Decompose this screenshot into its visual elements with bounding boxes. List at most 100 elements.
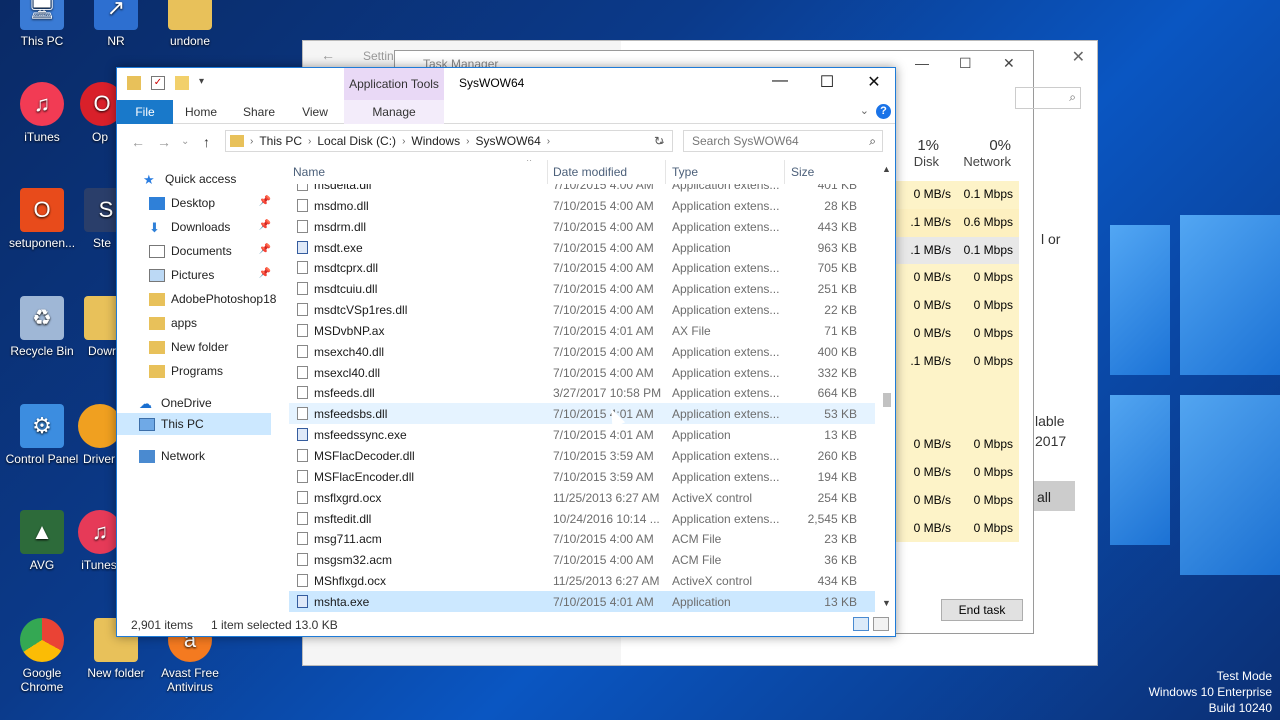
properties-icon[interactable]: ✓ [151,76,165,90]
desktop-icon-op[interactable]: O Op [80,82,120,144]
list-item[interactable]: MShflxgd.ocx 11/25/2013 6:27 AM ActiveX co… [289,570,875,591]
table-row[interactable]: .1 MB/s 0.1 Mbps [895,236,1019,265]
desktop-icon-downloads[interactable]: Dowr [84,296,120,358]
list-item[interactable]: msdrm.dll 7/10/2015 4:00 AM Application ex… [289,216,875,237]
end-task-button[interactable]: End task [941,599,1023,621]
pin-icon[interactable]: 📌 [259,244,271,255]
minimize-icon[interactable]: — [915,55,929,71]
list-item[interactable]: msfeedssync.exe 7/10/2015 4:01 AM Applicat… [289,424,875,445]
sidebar-item-apps[interactable]: apps [117,312,277,334]
list-item[interactable]: msdtcVSp1res.dll 7/10/2015 4:00 AM Applica… [289,299,875,320]
tab-file[interactable]: File [117,100,173,124]
forward-arrow-icon[interactable]: → [157,134,171,150]
column-header-size[interactable]: Size [791,165,814,179]
breadcrumb-windows[interactable]: Windows [411,134,460,148]
desktop-icon-driver[interactable]: Driver [78,404,120,466]
list-item[interactable]: msfeedsbs.dll 7/10/2015 4:01 AM Applicatio… [289,403,875,425]
list-item[interactable]: msexcl40.dll 7/10/2015 4:00 AM Application… [289,362,875,383]
desktop-icon-setuponenote[interactable]: O setuponen... [2,188,82,250]
table-row[interactable]: 0 MB/s 0 Mbps [895,319,1019,348]
sidebar-item-adobephotoshop[interactable]: AdobePhotoshop18 [117,288,277,310]
table-row[interactable]: .1 MB/s 0 Mbps [895,347,1019,376]
search-input[interactable]: Search SysWOW64 ⌕ [683,130,883,152]
desktop-icon-control-panel[interactable]: ⚙ Control Panel [2,404,82,466]
desktop-icon-itunes-2[interactable]: ♫ iTunes [78,510,120,572]
sidebar-item-pictures[interactable]: Pictures 📌 [117,264,277,286]
breadcrumb-local-disk[interactable]: Local Disk (C:) [317,134,396,148]
task-manager-search[interactable]: ⌕ [1015,87,1081,109]
table-row[interactable]: 0 MB/s 0 Mbps [895,292,1019,320]
minimize-button[interactable]: — [757,72,803,90]
list-item[interactable]: MSFlacDecoder.dll 7/10/2015 3:59 AM Applic… [289,445,875,466]
vertical-scrollbar[interactable]: ▲ ▼ [879,160,895,612]
tab-share[interactable]: Share [237,100,281,124]
table-row[interactable]: 0 MB/s 0 Mbps [895,486,1019,515]
table-row[interactable]: 0 MB/s 0 Mbps [895,458,1019,487]
tab-home[interactable]: Home [179,100,223,124]
large-icons-view-icon[interactable] [873,617,889,631]
address-bar[interactable]: › This PC › Local Disk (C:) › Windows › … [225,130,673,152]
desktop-icon-itunes[interactable]: ♫ iTunes [2,82,82,144]
close-icon[interactable]: ✕ [1003,55,1015,72]
pin-icon[interactable]: 📌 [259,220,271,231]
table-row[interactable] [895,403,1019,432]
list-item[interactable]: msftedit.dll 10/24/2016 10:14 ... Applicat… [289,508,875,529]
desktop-icon-google-chrome[interactable]: Google Chrome [2,618,82,694]
recent-locations-icon[interactable]: ⌄ [181,136,189,147]
table-row[interactable] [895,375,1019,404]
list-item[interactable]: msg711.acm 7/10/2015 4:00 AM ACM File 23 KB [289,528,875,549]
sidebar-item-documents[interactable]: Documents 📌 [117,240,277,262]
list-item[interactable]: msdt.exe 7/10/2015 4:00 AM Application 963 … [289,237,875,258]
list-item[interactable]: msdtcprx.dll 7/10/2015 4:00 AM Application… [289,257,875,278]
sidebar-item-programs[interactable]: Programs [117,360,277,382]
column-header-type[interactable]: Type [672,165,698,179]
scroll-up-icon[interactable]: ▲ [882,164,891,174]
maximize-icon[interactable]: ☐ [959,55,972,72]
desktop-icon-undone[interactable]: undone [150,0,230,48]
help-icon[interactable]: ? [876,104,891,119]
table-row[interactable]: .1 MB/s 0.6 Mbps [895,208,1019,237]
list-item[interactable]: MSFlacEncoder.dll 7/10/2015 3:59 AM Applic… [289,466,875,487]
details-view-icon[interactable] [853,617,869,631]
table-row[interactable]: 0 MB/s 0 Mbps [895,514,1019,543]
pin-icon[interactable]: 📌 [259,268,271,279]
back-arrow-icon[interactable]: ← [321,47,335,63]
up-arrow-icon[interactable]: ↑ [203,134,210,150]
list-item[interactable]: msflxgrd.ocx 11/25/2013 6:27 AM ActiveX co… [289,487,875,508]
file-explorer-window[interactable]: ✓ ▾ Application Tools SysWOW64 — ☐ ✕ Fil… [116,67,896,637]
breadcrumb-syswow64[interactable]: SysWOW64 [475,134,540,148]
table-row[interactable]: 0 MB/s 0 Mbps [895,264,1019,293]
table-row[interactable]: 0 MB/s 0.1 Mbps [895,181,1019,209]
settings-button[interactable]: all [1031,481,1075,511]
desktop-icon-ste[interactable]: S Ste [84,188,120,250]
table-row[interactable]: 0 MB/s 0 Mbps [895,431,1019,459]
sidebar-item-new-folder[interactable]: New folder [117,336,277,358]
breadcrumb-this-pc[interactable]: This PC [259,134,302,148]
list-item[interactable]: msgsm32.acm 7/10/2015 4:00 AM ACM File 36 K… [289,549,875,570]
folder-icon[interactable] [127,76,141,90]
desktop-icon-nr[interactable]: ↗ NR [76,0,156,48]
sidebar-item-this-pc[interactable]: This PC [117,413,271,435]
maximize-button[interactable]: ☐ [804,72,850,92]
list-item[interactable]: msdtcuiu.dll 7/10/2015 4:00 AM Application… [289,278,875,299]
list-item[interactable]: msdmo.dll 7/10/2015 4:00 AM Application ex… [289,195,875,216]
list-item[interactable]: msexch40.dll 7/10/2015 4:00 AM Application… [289,341,875,362]
tab-view[interactable]: View [293,100,337,124]
sidebar-item-onedrive[interactable]: ☁ OneDrive [117,392,277,414]
desktop-icon-recycle-bin[interactable]: ♻ Recycle Bin [2,296,82,358]
desktop-icon-avg[interactable]: ▲ AVG [2,510,82,572]
sidebar-item-network[interactable]: Network [117,445,277,467]
customize-toolbar-icon[interactable]: ▾ [199,76,213,90]
refresh-icon[interactable]: ↻ [654,134,664,148]
tab-manage[interactable]: Manage [344,100,444,124]
sidebar-item-downloads[interactable]: ⬇ Downloads 📌 [117,216,277,238]
sidebar-item-quick-access[interactable]: ★ Quick access [117,168,277,190]
desktop-icon-this-pc[interactable]: 🖥 This PC [2,0,82,48]
sidebar-item-desktop[interactable]: Desktop 📌 [117,192,277,214]
chevron-down-icon[interactable]: ⌄ [860,104,869,117]
close-button[interactable]: ✕ [851,72,897,92]
scroll-down-icon[interactable]: ▼ [882,598,891,608]
column-header-name[interactable]: Name [293,165,325,179]
list-item[interactable]: msfeeds.dll 3/27/2017 10:58 PM Application… [289,382,875,403]
settings-close-button[interactable]: ✕ [1072,47,1085,67]
